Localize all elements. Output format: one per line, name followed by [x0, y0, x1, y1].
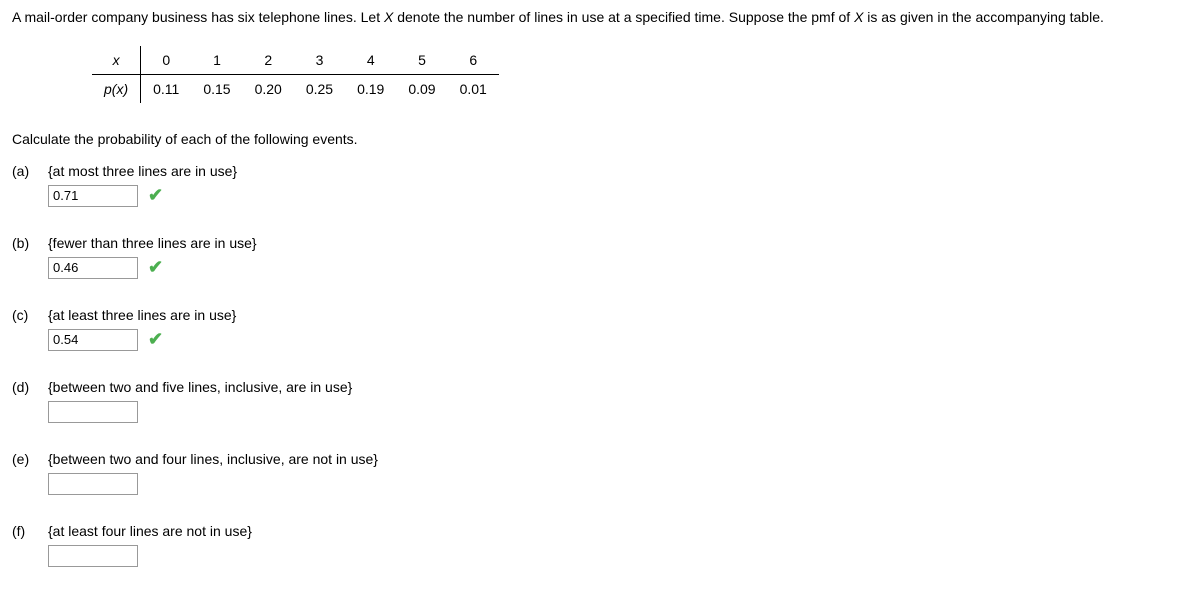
pmf-table: x 0 1 2 3 4 5 6 p(x) 0.11 0.15 0.20 0.25… — [92, 46, 499, 103]
question-b: (b) {fewer than three lines are in use} … — [12, 235, 1188, 279]
pmf-x-4: 4 — [345, 46, 396, 75]
question-e-label: (e) — [12, 451, 48, 467]
question-f-text: {at least four lines are not in use} — [48, 523, 1188, 539]
answer-e-input[interactable] — [48, 473, 138, 495]
question-c: (c) {at least three lines are in use} ✔ — [12, 307, 1188, 351]
problem-intro-post: is as given in the accompanying table. — [863, 9, 1103, 25]
answer-f-input[interactable] — [48, 545, 138, 567]
pmf-p-2: 0.20 — [243, 74, 294, 103]
question-b-text: {fewer than three lines are in use} — [48, 235, 1188, 251]
question-c-text: {at least three lines are in use} — [48, 307, 1188, 323]
question-a-label: (a) — [12, 163, 48, 179]
var-x2: X — [854, 9, 863, 25]
problem-statement: A mail-order company business has six te… — [12, 8, 1188, 28]
pmf-x-6: 6 — [448, 46, 499, 75]
question-d-label: (d) — [12, 379, 48, 395]
pmf-row-x: x 0 1 2 3 4 5 6 — [92, 46, 499, 75]
answer-d-input[interactable] — [48, 401, 138, 423]
question-a-text: {at most three lines are in use} — [48, 163, 1188, 179]
check-icon: ✔ — [148, 257, 163, 278]
question-f-label: (f) — [12, 523, 48, 539]
question-d: (d) {between two and five lines, inclusi… — [12, 379, 1188, 423]
problem-intro-pre: A mail-order company business has six te… — [12, 9, 384, 25]
instruction: Calculate the probability of each of the… — [12, 131, 1188, 147]
pmf-p-3: 0.25 — [294, 74, 345, 103]
pmf-p-5: 0.09 — [396, 74, 447, 103]
question-b-label: (b) — [12, 235, 48, 251]
pmf-x-2: 2 — [243, 46, 294, 75]
check-icon: ✔ — [148, 329, 163, 350]
question-f: (f) {at least four lines are not in use} — [12, 523, 1188, 567]
pmf-x-1: 1 — [191, 46, 242, 75]
check-icon: ✔ — [148, 185, 163, 206]
pmf-p-6: 0.01 — [448, 74, 499, 103]
pmf-x-3: 3 — [294, 46, 345, 75]
question-d-text: {between two and five lines, inclusive, … — [48, 379, 1188, 395]
var-x: X — [384, 9, 393, 25]
pmf-x-5: 5 — [396, 46, 447, 75]
question-a: (a) {at most three lines are in use} ✔ — [12, 163, 1188, 207]
answer-c-input[interactable] — [48, 329, 138, 351]
answer-b-input[interactable] — [48, 257, 138, 279]
pmf-row-p: p(x) 0.11 0.15 0.20 0.25 0.19 0.09 0.01 — [92, 74, 499, 103]
pmf-x-label: x — [92, 46, 141, 75]
question-e: (e) {between two and four lines, inclusi… — [12, 451, 1188, 495]
pmf-p-4: 0.19 — [345, 74, 396, 103]
pmf-p-0: 0.11 — [141, 74, 192, 103]
pmf-p-1: 0.15 — [191, 74, 242, 103]
pmf-x-0: 0 — [141, 46, 192, 75]
question-e-text: {between two and four lines, inclusive, … — [48, 451, 1188, 467]
question-c-label: (c) — [12, 307, 48, 323]
answer-a-input[interactable] — [48, 185, 138, 207]
pmf-p-label: p(x) — [92, 74, 141, 103]
problem-intro-mid: denote the number of lines in use at a s… — [393, 9, 854, 25]
